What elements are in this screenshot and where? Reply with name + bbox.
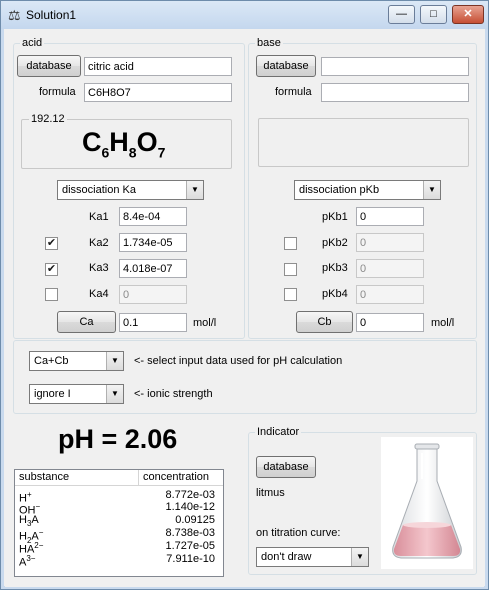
close-button[interactable]: ✕ xyxy=(452,5,484,24)
ka3-checkbox[interactable]: ✔ xyxy=(45,263,58,276)
base-group-legend: base xyxy=(257,37,281,49)
concentration-cell: 1.727e-05 xyxy=(165,540,215,552)
indicator-database-button[interactable]: database xyxy=(256,456,316,478)
pkb2-field[interactable] xyxy=(356,233,424,252)
window-title: Solution1 xyxy=(26,8,77,22)
titration-curve-label: on titration curve: xyxy=(256,527,341,539)
chevron-down-icon: ▼ xyxy=(186,181,203,199)
base-formula-field[interactable] xyxy=(321,83,469,102)
substance-cell: A3− xyxy=(19,554,36,569)
column-header-substance[interactable]: substance xyxy=(15,470,139,486)
scales-icon: ⚖ xyxy=(8,7,21,23)
base-formula-label: formula xyxy=(275,86,312,98)
ionic-strength-hint: <- ionic strength xyxy=(134,388,213,400)
client-area: acid database formula 192.12 C6H8O7 diss… xyxy=(5,29,484,587)
base-dissociation-select[interactable]: dissociation pKb ▼ xyxy=(294,180,441,200)
pkb4-label: pKb4 xyxy=(322,288,348,300)
app-window: ⚖ Solution1 — □ ✕ acid database formula … xyxy=(0,0,489,590)
acid-database-button[interactable]: database xyxy=(17,55,81,77)
acid-formula-rendered: C6H8O7 xyxy=(82,127,166,161)
input-data-hint: <- select input data used for pH calcula… xyxy=(134,355,343,367)
pkb2-checkbox[interactable] xyxy=(284,237,297,250)
chevron-down-icon: ▼ xyxy=(106,352,123,370)
ionic-strength-select[interactable]: ignore I ▼ xyxy=(29,384,124,404)
concentration-cell: 0.09125 xyxy=(175,514,215,526)
ca-unit-label: mol/l xyxy=(193,317,217,329)
concentration-cell: 1.140e-12 xyxy=(165,501,215,513)
acid-molar-mass: 192.12 xyxy=(29,113,67,125)
ka4-label: Ka4 xyxy=(89,288,109,300)
chevron-down-icon: ▼ xyxy=(351,548,368,566)
acid-dissociation-select[interactable]: dissociation Ka ▼ xyxy=(57,180,204,200)
flask-image xyxy=(381,437,473,569)
acid-group-legend: acid xyxy=(22,37,43,49)
cb-unit-label: mol/l xyxy=(431,317,455,329)
chevron-down-icon: ▼ xyxy=(106,385,123,403)
ka4-field[interactable] xyxy=(119,285,187,304)
cb-button[interactable]: Cb xyxy=(296,311,353,333)
acid-name-field[interactable] xyxy=(84,57,232,76)
pkb1-label: pKb1 xyxy=(322,211,348,223)
table-row: OH− 1.140e-12 xyxy=(15,501,223,517)
concentration-cell: 8.772e-03 xyxy=(165,489,215,501)
ka3-field[interactable] xyxy=(119,259,187,278)
table-row: A3− 7.911e-10 xyxy=(15,553,223,569)
indicator-group-legend: Indicator xyxy=(257,426,300,438)
input-data-select[interactable]: Ca+Cb ▼ xyxy=(29,351,124,371)
ph-result: pH = 2.06 xyxy=(58,424,178,454)
ka2-checkbox[interactable]: ✔ xyxy=(45,237,58,250)
pkb3-label: pKb3 xyxy=(322,262,348,274)
column-header-concentration[interactable]: concentration xyxy=(139,470,223,486)
titration-curve-select[interactable]: don't draw ▼ xyxy=(256,547,369,567)
base-name-field[interactable] xyxy=(321,57,469,76)
ka2-label: Ka2 xyxy=(89,237,109,249)
acid-formula-field[interactable] xyxy=(84,83,232,102)
ca-field[interactable] xyxy=(119,313,187,332)
table-row: H3A 0.09125 xyxy=(15,514,223,528)
pkb2-label: pKb2 xyxy=(322,237,348,249)
ka1-field[interactable] xyxy=(119,207,187,226)
ka4-checkbox[interactable] xyxy=(45,288,58,301)
maximize-button[interactable]: □ xyxy=(420,5,447,24)
concentration-cell: 8.738e-03 xyxy=(165,527,215,539)
table-row: HA2− 1.727e-05 xyxy=(15,540,223,556)
pkb3-field[interactable] xyxy=(356,259,424,278)
erlenmeyer-flask-icon xyxy=(392,443,462,559)
table-row: H+ 8.772e-03 xyxy=(15,489,223,505)
ca-button[interactable]: Ca xyxy=(57,311,116,333)
ka2-field[interactable] xyxy=(119,233,187,252)
pkb1-field[interactable] xyxy=(356,207,424,226)
ka1-label: Ka1 xyxy=(89,211,109,223)
pkb4-checkbox[interactable] xyxy=(284,288,297,301)
title-bar[interactable]: ⚖ Solution1 — □ ✕ xyxy=(1,1,488,29)
ka3-label: Ka3 xyxy=(89,262,109,274)
cb-field[interactable] xyxy=(356,313,424,332)
base-formula-display xyxy=(258,118,469,167)
pkb4-field[interactable] xyxy=(356,285,424,304)
concentration-cell: 7.911e-10 xyxy=(166,553,215,565)
base-database-button[interactable]: database xyxy=(256,55,316,77)
table-row: H2A− 8.738e-03 xyxy=(15,527,223,545)
acid-formula-label: formula xyxy=(39,86,76,98)
chevron-down-icon: ▼ xyxy=(423,181,440,199)
pkb3-checkbox[interactable] xyxy=(284,263,297,276)
minimize-button[interactable]: — xyxy=(388,5,415,24)
concentration-table[interactable]: substance concentration H+ 8.772e-03 OH−… xyxy=(14,469,224,577)
indicator-name: litmus xyxy=(256,487,285,499)
table-header: substance concentration xyxy=(15,470,223,486)
